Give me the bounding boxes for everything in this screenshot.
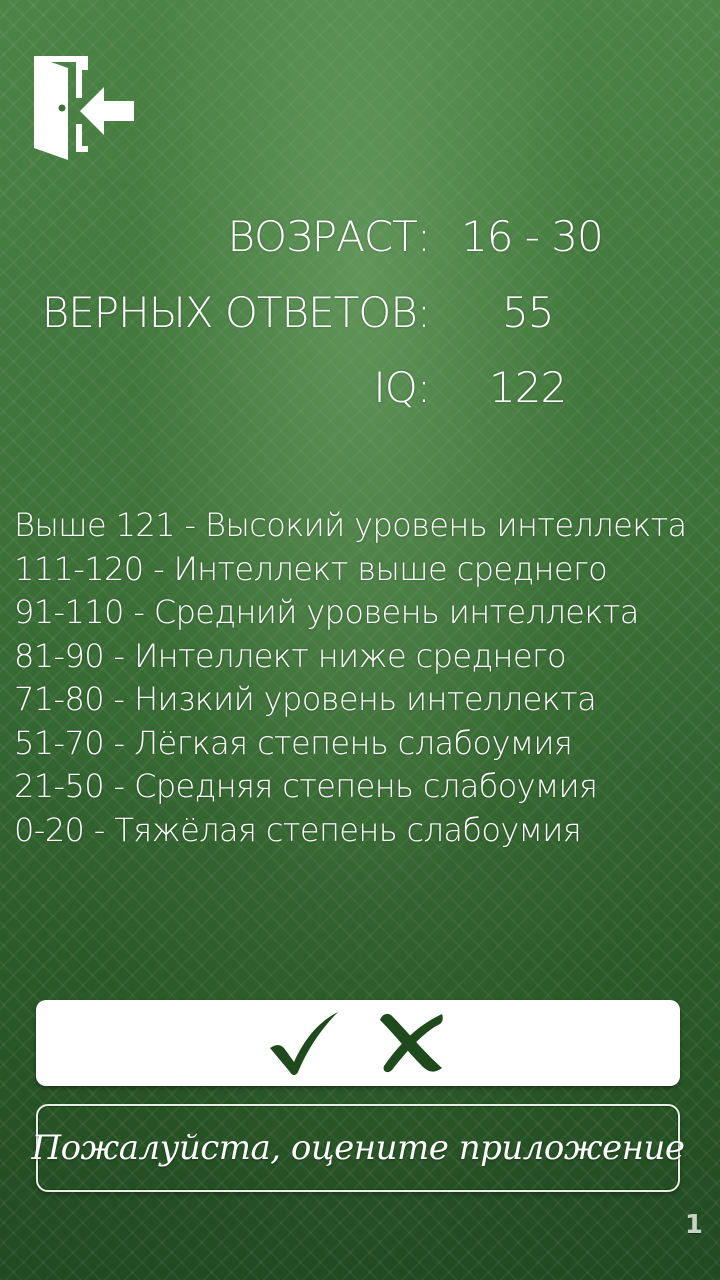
iq-scale-item: 0-20 - Тяжёлая степень слабоумия (14, 810, 582, 849)
age-value: 16 - 30 (461, 212, 604, 261)
correct-button[interactable] (265, 1008, 343, 1078)
exit-door-icon (34, 56, 134, 160)
cross-icon (380, 1013, 443, 1073)
rate-app-button[interactable]: Пожалуйста, оцените приложение (31, 1104, 685, 1192)
iq-scale-list: Выше 121 - Высокий уровень интеллекта 11… (14, 504, 714, 852)
iq-label: IQ: (373, 363, 431, 412)
iq-scale-item: 111-120 - Интеллект выше среднего (14, 549, 608, 588)
page-number: 1 (684, 1210, 703, 1240)
age-label: ВОЗРАСТ: (227, 212, 431, 261)
iq-scale-item: 51-70 - Лёгкая степень слабоумия (14, 723, 573, 762)
answer-bar (36, 1000, 680, 1086)
wrong-button[interactable] (373, 1008, 451, 1078)
correct-answers-value: 55 (502, 288, 554, 337)
rate-app-label: Пожалуйста, оцените приложение (31, 1128, 685, 1168)
iq-scale-item: 71-80 - Низкий уровень интеллекта (14, 680, 597, 718)
iq-scale-item: 21-50 - Средняя степень слабоумия (14, 767, 598, 805)
iq-scale-item: 81-90 - Интеллект ниже среднего (14, 636, 567, 675)
correct-answers-label: ВЕРНЫХ ОТВЕТОВ: (41, 288, 431, 337)
iq-scale-item: 91-110 - Средний уровень интеллекта (14, 593, 639, 631)
exit-button[interactable] (32, 54, 138, 162)
iq-value: 122 (489, 363, 567, 412)
iq-scale-item: Выше 121 - Высокий уровень интеллекта (14, 506, 687, 544)
checkmark-icon (270, 1012, 338, 1075)
